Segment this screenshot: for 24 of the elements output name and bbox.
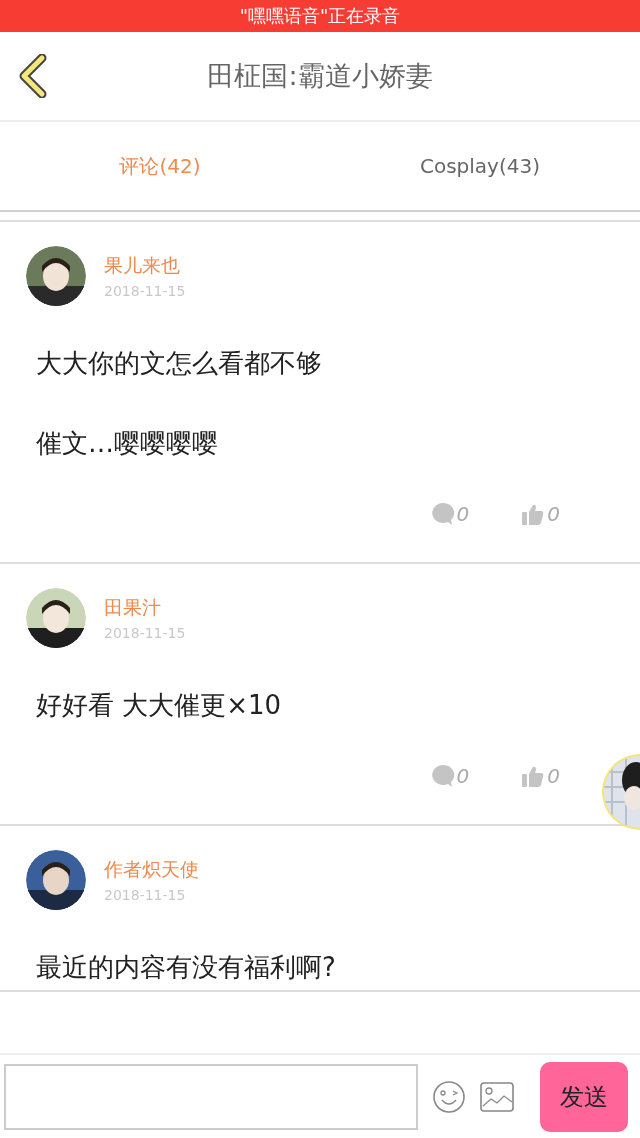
image-icon[interactable] bbox=[480, 1081, 514, 1112]
author-name[interactable]: 作者炽天使 bbox=[104, 857, 199, 883]
send-button[interactable]: 发送 bbox=[540, 1061, 628, 1132]
like-count: 0 bbox=[547, 502, 560, 526]
author-name[interactable]: 田果汁 bbox=[104, 595, 186, 621]
tab[interactable]: 评论(42) bbox=[0, 122, 320, 210]
comment-text: 最近的内容有没有福利啊? bbox=[36, 951, 337, 984]
thumbs-up-icon[interactable] bbox=[521, 502, 546, 526]
like-count: 0 bbox=[547, 764, 560, 788]
comment-text: 大大你的文怎么看都不够 bbox=[36, 347, 323, 380]
comment-text: 好好看 大大催更×10 bbox=[36, 689, 283, 722]
speech-bubble-icon[interactable] bbox=[430, 764, 455, 788]
comment-text: 催文…嘤嘤嘤嘤 bbox=[36, 427, 219, 460]
emoji-icon[interactable] bbox=[432, 1079, 466, 1114]
recording-banner: "嘿嘿语音"正在录音 bbox=[0, 0, 640, 32]
back-icon[interactable] bbox=[18, 54, 48, 98]
comment-input[interactable] bbox=[4, 1063, 418, 1130]
thumbs-up-icon[interactable] bbox=[521, 764, 546, 788]
reply-count: 0 bbox=[456, 502, 470, 526]
speech-bubble-icon[interactable] bbox=[430, 502, 455, 526]
author-name[interactable]: 果儿来也 bbox=[104, 253, 186, 279]
page-title: 田柾国:霸道小娇妻 bbox=[206, 59, 434, 93]
tab[interactable]: Cosplay(43) bbox=[320, 122, 640, 210]
reply-count: 0 bbox=[456, 764, 470, 788]
